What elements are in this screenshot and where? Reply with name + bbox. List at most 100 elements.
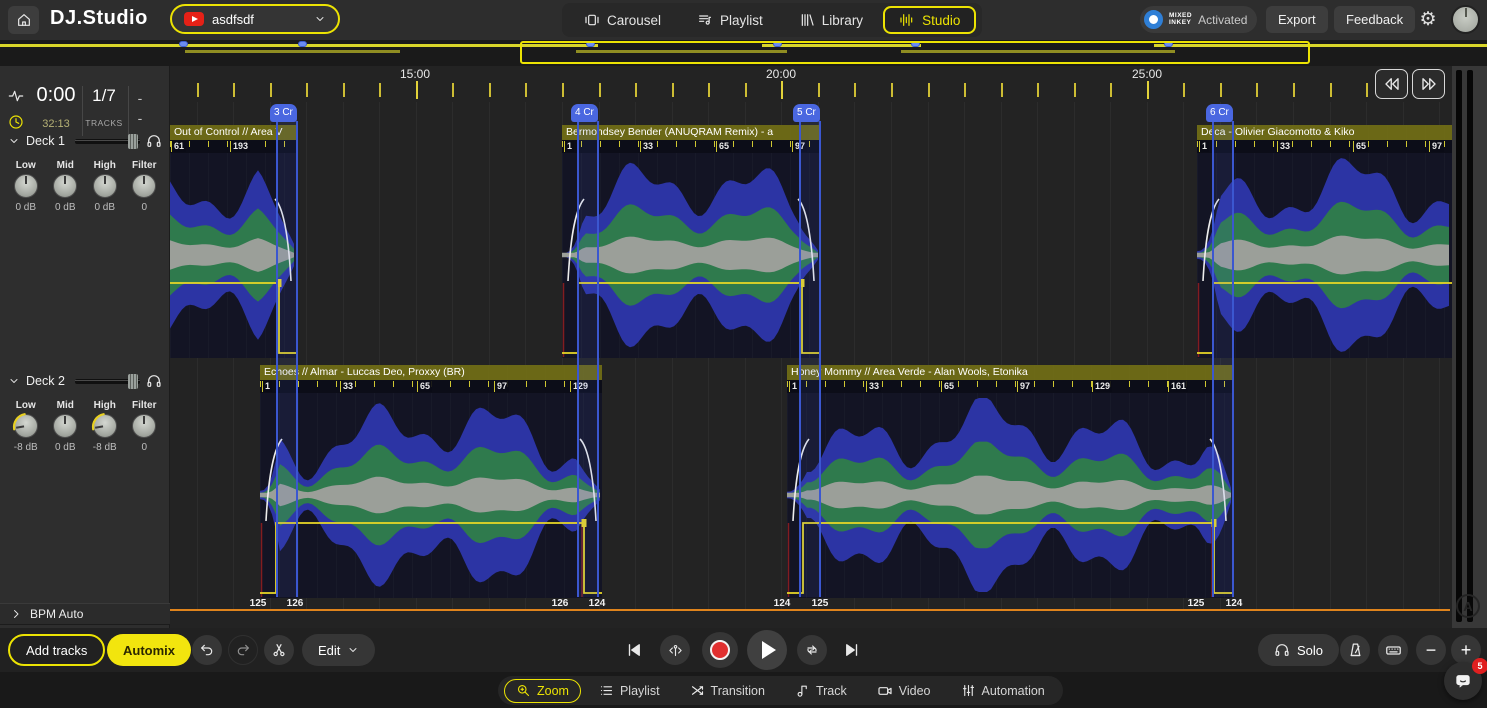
eq-knob[interactable] [53, 174, 77, 198]
deck2-header[interactable]: Deck 2 [0, 370, 170, 392]
crossfade-zone[interactable] [578, 121, 598, 597]
minimap-cue-marker[interactable] [179, 41, 188, 47]
chevron-down-icon[interactable] [8, 135, 20, 147]
play-button[interactable] [747, 630, 787, 670]
headphones-cue-icon[interactable] [146, 373, 162, 389]
crossfade-boundary[interactable] [1212, 121, 1214, 597]
ruler-tick [343, 83, 345, 97]
ruler-tick [928, 83, 930, 97]
nav-tab-playlist[interactable]: Playlist [681, 6, 779, 34]
track-clip[interactable]: Honey Mommy // Area Verde - Alan Wools, … [787, 365, 1232, 598]
minimap-deck2-segment [185, 50, 400, 53]
panel-tab-playlist[interactable]: Playlist [587, 679, 672, 703]
deck1-header[interactable]: Deck 1 [0, 130, 170, 152]
crossfade-boundary[interactable] [276, 121, 278, 597]
panel-tab-track[interactable]: Track [783, 679, 859, 703]
split-scissors-button[interactable] [264, 635, 294, 665]
eq-knob[interactable] [53, 414, 77, 438]
loop-button[interactable] [797, 635, 827, 665]
home-button[interactable] [8, 6, 39, 34]
crossfade-marker[interactable]: 6 Cr [1206, 104, 1233, 122]
eq-knob[interactable] [14, 174, 38, 198]
panel-tab-automation[interactable]: Automation [949, 679, 1057, 703]
headphones-cue-icon[interactable] [146, 133, 162, 149]
keyboard-shortcuts-button[interactable] [1378, 635, 1408, 665]
feedback-button[interactable]: Feedback [1334, 6, 1415, 33]
crossfade-boundary[interactable] [597, 121, 599, 597]
minimap-viewport[interactable] [520, 41, 1310, 64]
deck1-volume-slider[interactable] [75, 139, 140, 144]
timeline-ruler[interactable]: 15:0020:0025:00 [170, 66, 1452, 102]
mix-overview-minimap[interactable] [0, 40, 1487, 66]
crossfade-boundary[interactable] [296, 121, 298, 597]
mixed-in-key-badge[interactable]: MIXED INKEY Activated [1140, 6, 1257, 33]
beat-tick [733, 141, 734, 147]
deck2-volume-slider[interactable] [75, 379, 140, 384]
seek-backward-button[interactable] [1375, 69, 1408, 99]
undo-button[interactable] [192, 635, 222, 665]
redo-button[interactable] [228, 635, 258, 665]
crossfade-marker[interactable]: 5 Cr [793, 104, 820, 122]
master-volume-line[interactable] [170, 609, 1450, 611]
nav-tab-label: Carousel [607, 13, 661, 28]
track-clip[interactable]: Echoes // Almar - Luccas Deo, Proxxy (BR… [260, 365, 602, 598]
eq-knob[interactable] [14, 414, 38, 438]
settings-gear-icon[interactable]: ⚙ [1414, 5, 1442, 33]
slider-handle[interactable] [128, 134, 138, 149]
edit-menu-button[interactable]: Edit [302, 634, 375, 666]
seek-forward-button[interactable] [1412, 69, 1445, 99]
minimap-cue-marker[interactable] [298, 41, 307, 47]
nav-tab-library[interactable]: Library [783, 6, 879, 34]
nav-tab-studio[interactable]: Studio [883, 6, 976, 34]
zoom-out-button[interactable]: − [1416, 635, 1446, 665]
crossfade-marker[interactable]: 3 Cr [270, 104, 297, 122]
automix-button[interactable]: Automix [107, 634, 191, 666]
beat-tick [488, 381, 489, 387]
eq-knob[interactable] [132, 414, 156, 438]
chevron-down-icon[interactable] [8, 375, 20, 387]
solo-button[interactable]: Solo [1258, 634, 1339, 666]
eq-knob[interactable] [93, 174, 117, 198]
panel-tab-transition[interactable]: Transition [678, 679, 777, 703]
metronome-button[interactable] [1340, 635, 1370, 665]
ruler-tick [1293, 83, 1295, 97]
panel-tab-video[interactable]: Video [865, 679, 943, 703]
track-clip[interactable]: Deca - Olivier Giacomotto & Kiko1336597 [1197, 125, 1452, 358]
deck2-eq-knobs: Low-8 dBMid0 dBHigh-8 dBFilter0 [0, 400, 170, 453]
panel-tab-zoom[interactable]: Zoom [504, 679, 581, 703]
record-button[interactable] [702, 632, 738, 668]
crossfade-zone[interactable] [1213, 121, 1233, 597]
ruler-tick [1147, 81, 1149, 99]
export-button[interactable]: Export [1266, 6, 1328, 33]
crossfade-boundary[interactable] [799, 121, 801, 597]
eq-knob[interactable] [93, 414, 117, 438]
chat-bubble-button[interactable]: 5 [1444, 662, 1482, 700]
beat-tick [227, 141, 228, 147]
deck-sidebar: 0:00 32:13 1/7 TRACKS - - Deck 1 Low0 dB… [0, 66, 170, 628]
knob-label: High [88, 160, 122, 171]
ruler-tick [197, 83, 199, 97]
track-clip[interactable]: Bermondsey Bender (ANUQRAM Remix) - a133… [562, 125, 820, 358]
crossfade-boundary[interactable] [577, 121, 579, 597]
crossfade-zone[interactable] [277, 121, 297, 597]
clock-icon[interactable] [8, 114, 24, 130]
jump-to-playhead-button[interactable] [660, 635, 690, 665]
eq-knob[interactable] [132, 174, 156, 198]
playlist-icon [697, 12, 713, 28]
level-meter [1456, 70, 1462, 622]
skip-to-end-button[interactable] [843, 641, 861, 659]
skip-to-start-button[interactable] [625, 641, 643, 659]
slider-handle[interactable] [128, 374, 138, 389]
nav-tab-label: Studio [922, 13, 960, 28]
nav-tab-carousel[interactable]: Carousel [568, 6, 677, 34]
project-selector[interactable]: asdfsdf [170, 4, 340, 34]
crossfade-marker[interactable]: 4 Cr [571, 104, 598, 122]
crossfade-boundary[interactable] [819, 121, 821, 597]
bpm-auto-row[interactable]: BPM Auto [0, 603, 170, 625]
add-tracks-button[interactable]: Add tracks [8, 634, 105, 666]
crossfade-boundary[interactable] [1232, 121, 1234, 597]
avatar[interactable] [1451, 5, 1480, 34]
crossfade-zone[interactable] [800, 121, 820, 597]
track-title: Echoes // Almar - Luccas Deo, Proxxy (BR… [260, 365, 602, 380]
beat-tick [844, 381, 845, 387]
